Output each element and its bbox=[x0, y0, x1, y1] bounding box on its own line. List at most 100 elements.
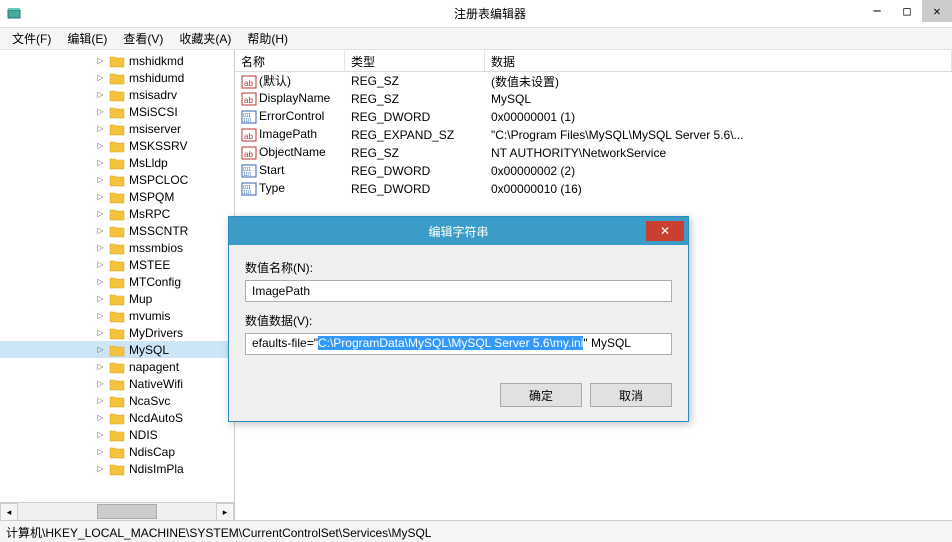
expander-icon[interactable]: ▷ bbox=[95, 327, 106, 338]
expander-icon[interactable]: ▷ bbox=[95, 89, 106, 100]
svg-text:110: 110 bbox=[243, 118, 251, 124]
tree-item[interactable]: ▷MSTEE bbox=[0, 256, 234, 273]
expander-icon[interactable]: ▷ bbox=[95, 463, 106, 474]
tree-horizontal-scrollbar[interactable]: ◂ ▸ bbox=[0, 502, 234, 520]
folder-icon bbox=[109, 224, 125, 238]
expander-icon[interactable]: ▷ bbox=[95, 259, 106, 270]
menu-favorites[interactable]: 收藏夹(A) bbox=[171, 28, 239, 49]
folder-icon bbox=[109, 88, 125, 102]
menu-bar: 文件(F) 编辑(E) 查看(V) 收藏夹(A) 帮助(H) bbox=[0, 28, 952, 50]
expander-icon[interactable]: ▷ bbox=[95, 395, 106, 406]
dialog-close-button[interactable]: ✕ bbox=[646, 221, 684, 241]
tree-item[interactable]: ▷msisadrv bbox=[0, 86, 234, 103]
cell-data: MySQL bbox=[485, 91, 952, 107]
expander-icon[interactable]: ▷ bbox=[95, 293, 106, 304]
tree-item-label: MSiSCSI bbox=[129, 105, 178, 119]
expander-icon[interactable]: ▷ bbox=[95, 174, 106, 185]
expander-icon[interactable]: ▷ bbox=[95, 446, 106, 457]
tree-item[interactable]: ▷MsRPC bbox=[0, 205, 234, 222]
app-icon bbox=[6, 6, 22, 22]
cell-data: 0x00000010 (16) bbox=[485, 181, 952, 197]
expander-icon[interactable]: ▷ bbox=[95, 208, 106, 219]
expander-icon[interactable]: ▷ bbox=[95, 157, 106, 168]
tree-item[interactable]: ▷Mup bbox=[0, 290, 234, 307]
tree-item[interactable]: ▷NDIS bbox=[0, 426, 234, 443]
expander-icon[interactable]: ▷ bbox=[95, 72, 106, 83]
expander-icon[interactable]: ▷ bbox=[95, 378, 106, 389]
cell-type: REG_DWORD bbox=[345, 109, 485, 125]
tree-item[interactable]: ▷MSPCLOC bbox=[0, 171, 234, 188]
svg-text:ab: ab bbox=[244, 150, 253, 159]
ok-button[interactable]: 确定 bbox=[500, 383, 582, 407]
scroll-left-button[interactable]: ◂ bbox=[0, 503, 18, 520]
tree-item[interactable]: ▷MSKSSRV bbox=[0, 137, 234, 154]
menu-edit[interactable]: 编辑(E) bbox=[59, 28, 115, 49]
list-row[interactable]: 011110ErrorControlREG_DWORD0x00000001 (1… bbox=[235, 108, 952, 126]
tree-item[interactable]: ▷NcdAutoS bbox=[0, 409, 234, 426]
scroll-track[interactable] bbox=[18, 503, 216, 520]
tree-item[interactable]: ▷ NdisImPla bbox=[0, 460, 234, 477]
column-type[interactable]: 类型 bbox=[345, 50, 485, 71]
tree-item[interactable]: ▷msiserver bbox=[0, 120, 234, 137]
tree-item[interactable]: ▷MyDrivers bbox=[0, 324, 234, 341]
list-row[interactable]: 011110StartREG_DWORD0x00000002 (2) bbox=[235, 162, 952, 180]
scroll-right-button[interactable]: ▸ bbox=[216, 503, 234, 520]
window-controls: ─ □ ✕ bbox=[862, 0, 952, 22]
expander-icon[interactable]: ▷ bbox=[95, 140, 106, 151]
tree-item[interactable]: ▷ MSPQM bbox=[0, 188, 234, 205]
list-row[interactable]: abObjectNameREG_SZNT AUTHORITY\NetworkSe… bbox=[235, 144, 952, 162]
tree-item[interactable]: ▷NdisCap bbox=[0, 443, 234, 460]
expander-icon[interactable]: ▷ bbox=[95, 225, 106, 236]
menu-file[interactable]: 文件(F) bbox=[4, 28, 59, 49]
tree-item[interactable]: ▷mvumis bbox=[0, 307, 234, 324]
tree-item[interactable]: ▷ NativeWifi bbox=[0, 375, 234, 392]
maximize-button[interactable]: □ bbox=[892, 0, 922, 22]
menu-view[interactable]: 查看(V) bbox=[115, 28, 171, 49]
expander-icon[interactable]: ▷ bbox=[95, 344, 106, 355]
cell-type: REG_EXPAND_SZ bbox=[345, 127, 485, 143]
tree-item[interactable]: ▷mshidkmd bbox=[0, 52, 234, 69]
list-row[interactable]: ab(默认)REG_SZ(数值未设置) bbox=[235, 72, 952, 90]
tree-item[interactable]: ▷mssmbios bbox=[0, 239, 234, 256]
list-row[interactable]: abDisplayNameREG_SZMySQL bbox=[235, 90, 952, 108]
expander-icon[interactable]: ▷ bbox=[95, 55, 106, 66]
tree-item-label: NativeWifi bbox=[129, 377, 183, 391]
tree-item[interactable]: ▷NcaSvc bbox=[0, 392, 234, 409]
expander-icon[interactable]: ▷ bbox=[95, 310, 106, 321]
expander-icon[interactable]: ▷ bbox=[95, 242, 106, 253]
folder-icon bbox=[109, 190, 125, 204]
tree-scroll[interactable]: ▷mshidkmd▷mshidumd▷msisadrv▷MSiSCSI▷msis… bbox=[0, 50, 234, 502]
edit-string-dialog: 编辑字符串 ✕ 数值名称(N): 数值数据(V): efaults-file="… bbox=[228, 216, 689, 422]
minimize-button[interactable]: ─ bbox=[862, 0, 892, 22]
expander-icon[interactable]: ▷ bbox=[95, 106, 106, 117]
tree-item[interactable]: ▷MSSCNTR bbox=[0, 222, 234, 239]
close-button[interactable]: ✕ bbox=[922, 0, 952, 22]
dialog-titlebar[interactable]: 编辑字符串 ✕ bbox=[229, 217, 688, 245]
column-data[interactable]: 数据 bbox=[485, 50, 952, 71]
expander-icon[interactable]: ▷ bbox=[95, 412, 106, 423]
expander-icon[interactable]: ▷ bbox=[95, 361, 106, 372]
expander-icon[interactable]: ▷ bbox=[95, 123, 106, 134]
tree-item-label: NdisImPla bbox=[129, 462, 184, 476]
tree-item[interactable]: ▷MTConfig bbox=[0, 273, 234, 290]
tree-item[interactable]: ▷mshidumd bbox=[0, 69, 234, 86]
folder-icon bbox=[109, 343, 125, 357]
value-name-input[interactable] bbox=[245, 280, 672, 302]
cell-name: 011110Start bbox=[235, 162, 345, 180]
list-row[interactable]: abImagePathREG_EXPAND_SZ"C:\Program File… bbox=[235, 126, 952, 144]
menu-help[interactable]: 帮助(H) bbox=[239, 28, 296, 49]
cancel-button[interactable]: 取消 bbox=[590, 383, 672, 407]
tree-item[interactable]: ▷napagent bbox=[0, 358, 234, 375]
scroll-thumb[interactable] bbox=[97, 504, 157, 519]
tree-item[interactable]: ▷MySQL bbox=[0, 341, 234, 358]
folder-icon bbox=[109, 428, 125, 442]
list-row[interactable]: 011110TypeREG_DWORD0x00000010 (16) bbox=[235, 180, 952, 198]
tree-item[interactable]: ▷ MSiSCSI bbox=[0, 103, 234, 120]
value-data-input[interactable]: efaults-file="C:\ProgramData\MySQL\MySQL… bbox=[245, 333, 672, 355]
tree-item[interactable]: ▷MsLldp bbox=[0, 154, 234, 171]
column-name[interactable]: 名称 bbox=[235, 50, 345, 71]
tree-item-label: MSPQM bbox=[129, 190, 174, 204]
expander-icon[interactable]: ▷ bbox=[95, 191, 106, 202]
expander-icon[interactable]: ▷ bbox=[95, 429, 106, 440]
expander-icon[interactable]: ▷ bbox=[95, 276, 106, 287]
